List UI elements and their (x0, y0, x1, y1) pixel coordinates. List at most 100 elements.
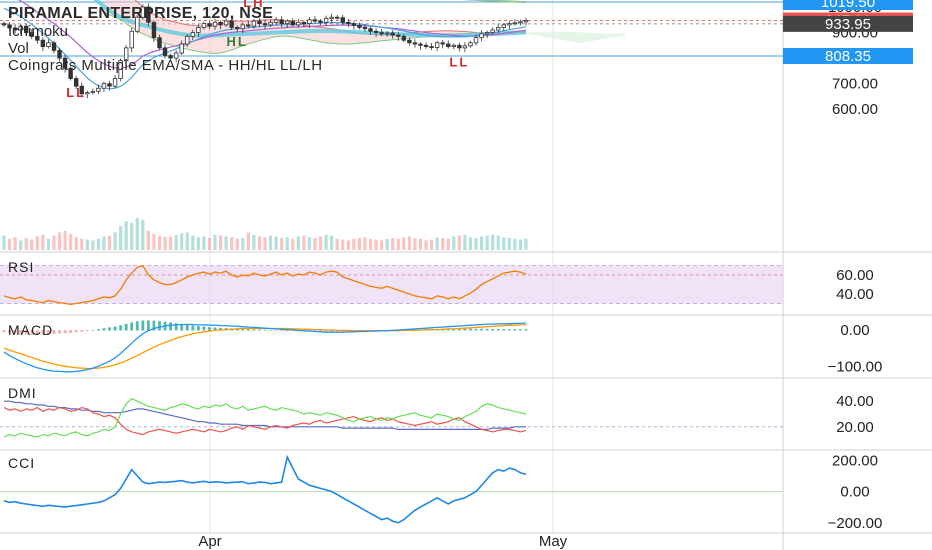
volume-bar (463, 234, 467, 250)
volume-bar (474, 238, 478, 250)
volume-bar (69, 234, 73, 250)
macd-histogram-bar (135, 321, 139, 331)
volume-bar (46, 238, 51, 250)
candle-body (362, 27, 368, 30)
time-axis[interactable]: Apr May (198, 533, 567, 550)
volume-bar (374, 239, 378, 250)
volume-bar (96, 238, 101, 250)
volume-bar (102, 236, 106, 250)
candle-body (490, 29, 495, 33)
cci-pane: CCI 200.00 0.00 −200.00 (0, 452, 882, 532)
dmi-adx-line (4, 400, 526, 430)
dmi-tick-label: 20.00 (836, 419, 874, 436)
candle-body (457, 44, 462, 49)
candle-body (101, 83, 107, 89)
volume-bar (174, 234, 178, 250)
pivot-label-hl: HL (227, 34, 248, 49)
volume-bar (57, 232, 62, 250)
volume-bar (13, 237, 17, 250)
volume-bar (524, 238, 528, 250)
volume-bar (407, 236, 411, 250)
candle-body (512, 22, 518, 25)
indicator-vol[interactable]: Vol (8, 40, 29, 57)
candle-body (507, 23, 512, 26)
volume-bar (224, 236, 228, 250)
candle-body (229, 20, 234, 28)
dmi-pane: DMI 40.00 20.00 (0, 385, 874, 438)
candle-body (51, 42, 57, 51)
candle-body (401, 35, 407, 41)
volume-bar (124, 221, 128, 250)
volume-bar (291, 238, 295, 250)
volume-bar (141, 219, 145, 250)
rsi-band (0, 265, 783, 304)
candle-body (268, 21, 273, 26)
volume-bar (380, 240, 384, 250)
volume-bar (479, 236, 484, 250)
volume-bar (491, 234, 495, 250)
volume-bar (457, 235, 461, 250)
candle-body (246, 24, 251, 27)
volume-bar (485, 235, 489, 250)
volume-bar (396, 238, 400, 250)
macd-histogram-bar (263, 329, 267, 331)
volume-bar (30, 239, 34, 250)
price-axis[interactable]: 1000.00900.00800.00700.00600.001331.3510… (783, 0, 913, 118)
macd-histogram-bar (58, 330, 61, 334)
volume-bar (185, 232, 189, 250)
macd-histogram-bar (474, 328, 478, 331)
volume-bar (418, 238, 423, 250)
candle-body (218, 21, 223, 26)
volume-bar (230, 237, 234, 250)
cci-line (3, 454, 527, 524)
macd-histogram-bar (119, 325, 123, 331)
dmi-plus-line (3, 397, 527, 438)
candle-body (290, 20, 295, 26)
candle-body (96, 87, 101, 92)
volume-bar (235, 238, 239, 250)
candle-body (390, 32, 395, 36)
candle-body (379, 32, 384, 35)
chart-canvas: LLLHHLLHHHLL RSI60.0040.00 MACD0.00−100.… (0, 0, 932, 550)
macd-histogram-bar (496, 328, 500, 331)
candle-body (440, 42, 445, 45)
indicator-ema-sma[interactable]: Coingrats Multiple EMA/SMA - HH/HL LL/LH (8, 57, 323, 74)
volume-bar (202, 236, 206, 250)
volume-bar (513, 238, 517, 250)
volume-bar (318, 236, 323, 250)
macd-histogram-bar (463, 328, 467, 331)
volume-bar (80, 238, 84, 250)
candle-body (496, 27, 501, 31)
candle-body (479, 33, 484, 39)
volume-bar (163, 237, 167, 250)
volume-bar (435, 237, 439, 250)
macd-histogram-bar (108, 327, 111, 331)
indicator-ichimoku[interactable]: Ichimoku (8, 23, 68, 40)
volume-bar (502, 237, 506, 250)
candle-body (90, 90, 96, 93)
ichimoku-cloud-future (526, 31, 625, 43)
volume-bar (207, 238, 212, 250)
macd-histogram-bar (485, 328, 489, 331)
symbol-title[interactable]: PIRAMAL ENTERPRISE, 120, NSE (8, 5, 273, 22)
volume-bar (107, 235, 112, 250)
macd-histogram-bar (191, 325, 195, 331)
candle-body (273, 19, 279, 23)
volume-bar (402, 237, 406, 250)
candle-body (279, 19, 284, 25)
macd-histogram-bar (169, 322, 172, 331)
macd-histogram-bar (85, 330, 89, 332)
macd-histogram-bar (269, 330, 272, 331)
volume-bar (19, 240, 23, 250)
candle-body (334, 16, 340, 19)
volume-bar (130, 222, 134, 250)
candle-body (107, 83, 112, 87)
candle-body (240, 24, 245, 30)
volume-bar (257, 236, 262, 250)
macd-histogram-bar (246, 329, 250, 331)
macd-histogram-bar (113, 326, 117, 331)
candle-body (418, 43, 423, 46)
volume-bar (307, 237, 312, 250)
pivot-label-hh: HH (326, 0, 349, 1)
macd-histogram-bar (252, 329, 256, 331)
